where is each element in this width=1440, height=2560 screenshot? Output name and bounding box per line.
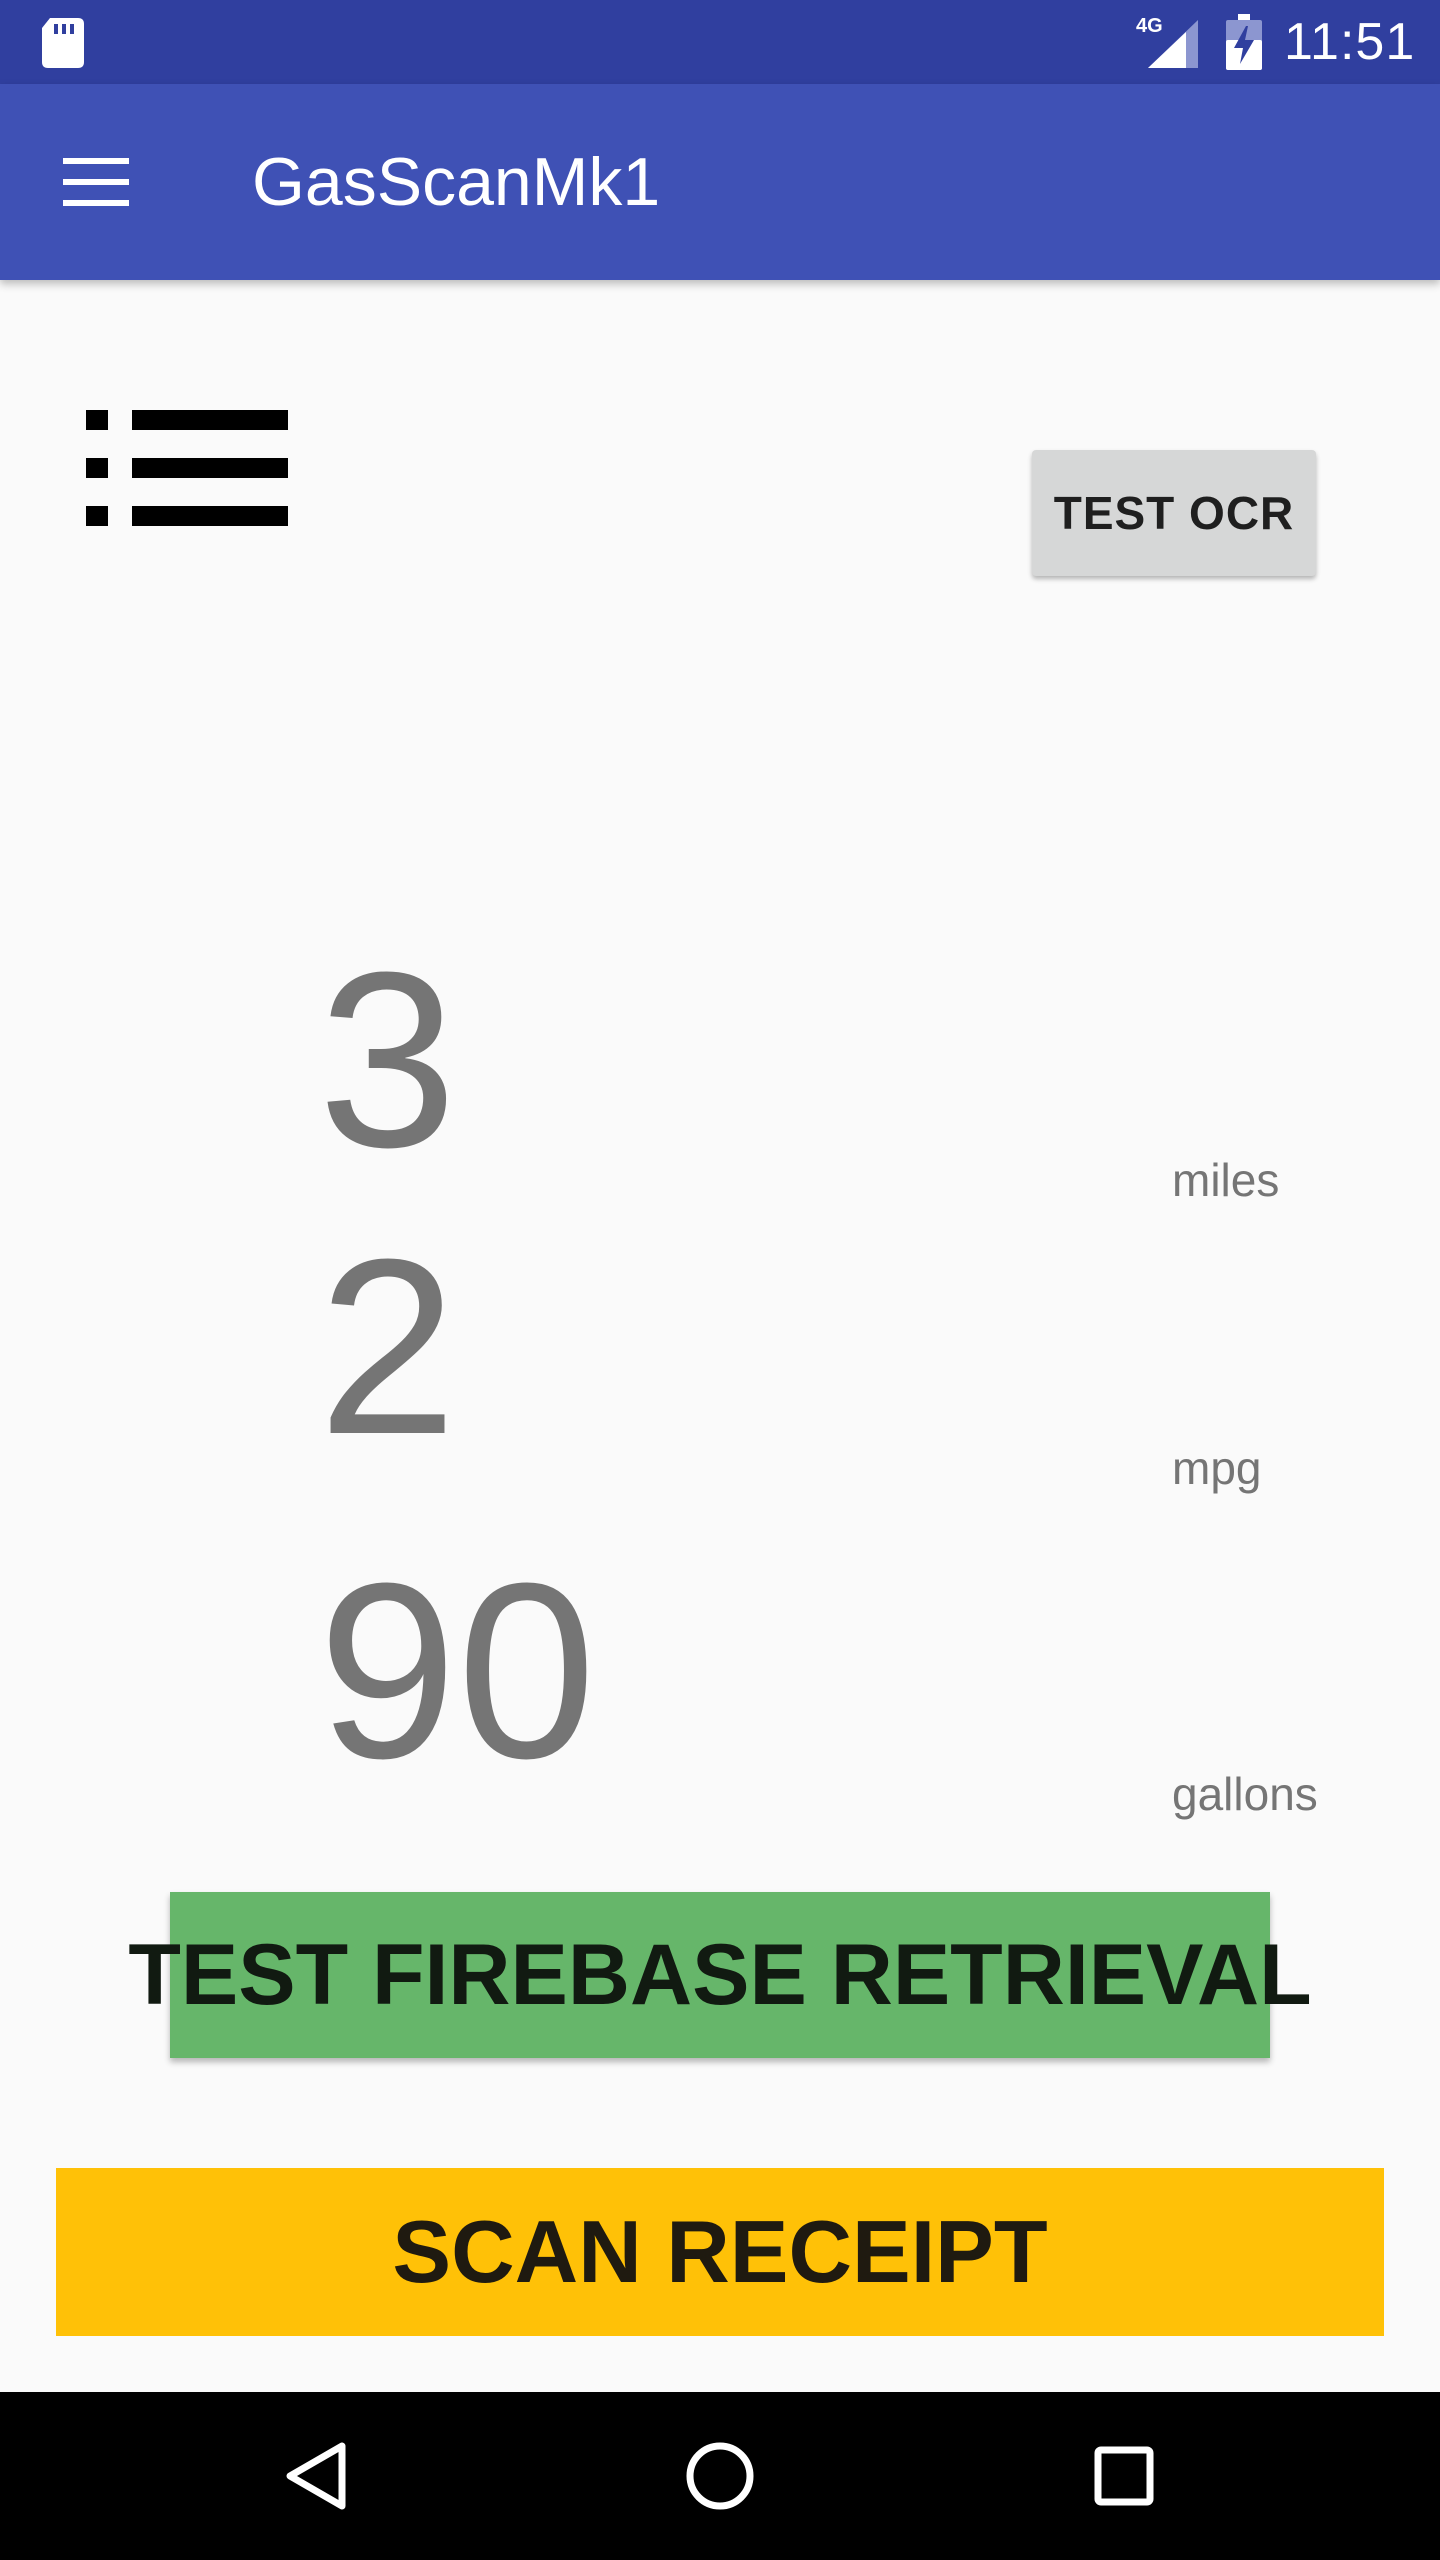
home-button[interactable]	[660, 2416, 780, 2536]
home-icon	[686, 2442, 754, 2510]
hamburger-menu-icon	[63, 158, 129, 206]
test-firebase-retrieval-button[interactable]: TEST FIREBASE RETRIEVAL	[128, 1892, 1312, 2058]
list-icon	[86, 410, 288, 526]
app-screen: 4G 11:51 GasScanMk1 TEST OCR 3 miles 2 m…	[0, 0, 1440, 2560]
gallons-unit-label: gallons	[1172, 1768, 1318, 1820]
test-ocr-button[interactable]: TEST OCR	[1032, 450, 1316, 576]
status-bar: 4G 11:51	[0, 0, 1440, 84]
recents-icon	[1094, 2446, 1154, 2506]
gallons-value: 90	[318, 1531, 597, 1810]
status-clock: 11:51	[1284, 13, 1416, 71]
navigation-bar	[0, 2392, 1440, 2560]
battery-charging-icon	[1226, 14, 1262, 70]
menu-button[interactable]	[40, 126, 152, 238]
recents-button[interactable]	[1064, 2416, 1184, 2536]
list-button[interactable]	[86, 410, 288, 526]
scan-receipt-button[interactable]: SCAN RECEIPT	[56, 2168, 1384, 2336]
network-label: 4G	[1136, 15, 1163, 37]
mpg-unit-label: mpg	[1172, 1442, 1262, 1494]
back-button[interactable]	[256, 2416, 376, 2536]
miles-value: 3	[318, 920, 458, 1199]
back-icon	[286, 2442, 346, 2510]
app-title: GasScanMk1	[252, 144, 661, 220]
sd-card-icon	[42, 18, 84, 68]
miles-unit-label: miles	[1172, 1154, 1280, 1206]
app-bar: GasScanMk1	[0, 84, 1440, 280]
mpg-value: 2	[318, 1207, 458, 1486]
signal-4g-icon: 4G	[1136, 15, 1198, 68]
